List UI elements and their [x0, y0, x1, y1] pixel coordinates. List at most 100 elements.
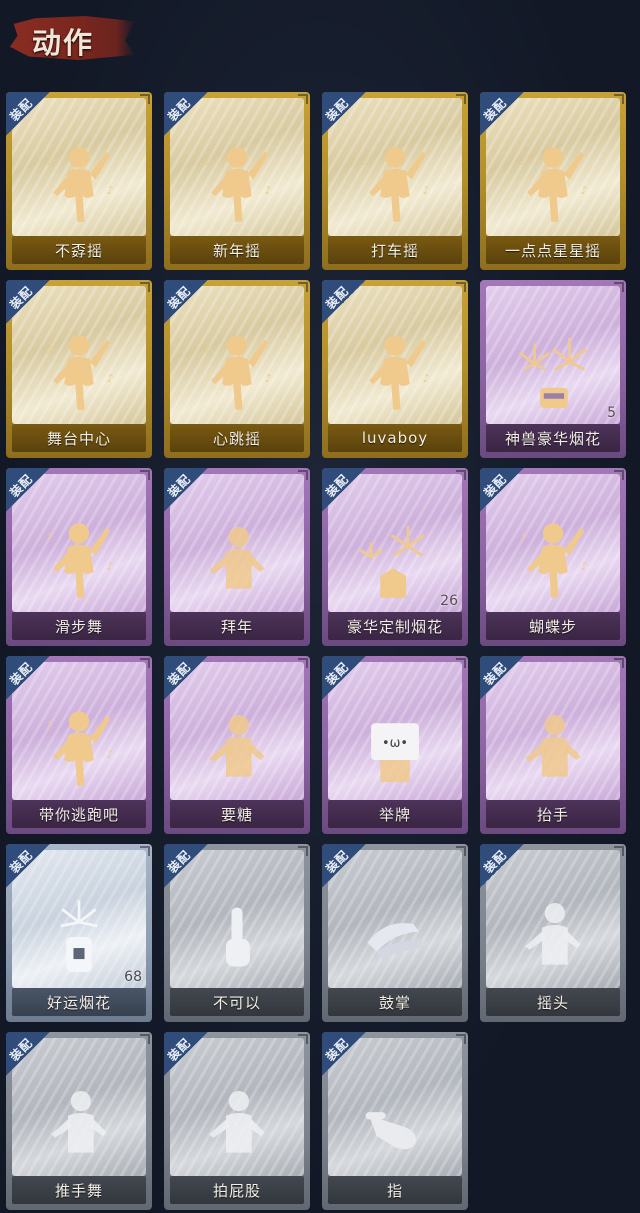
- equip-badge: 装配: [322, 844, 366, 888]
- card-label-bar: 舞台中心: [12, 424, 146, 452]
- equip-badge-label: 装配: [323, 95, 352, 125]
- card-label-bar: 一点点星星摇: [486, 236, 620, 264]
- card-corner-ornament: [298, 94, 308, 104]
- emote-card[interactable]: 装配 68 好运烟花: [6, 844, 152, 1022]
- equip-badge-label: 装配: [7, 847, 36, 877]
- svg-text:♪: ♪: [265, 372, 272, 385]
- dancer-icon: ♪ ♪: [507, 515, 599, 607]
- emote-card[interactable]: 装配不可以: [164, 844, 310, 1022]
- equip-badge-label: 装配: [481, 95, 510, 125]
- emote-name: 不可以: [212, 993, 261, 1012]
- emote-card[interactable]: 5 神兽豪华烟花: [480, 280, 626, 458]
- equip-badge: 装配: [6, 656, 50, 700]
- emote-card[interactable]: ♪ ♪ 装配 luvaboy: [322, 280, 468, 458]
- card-corner-ornament: [140, 282, 150, 292]
- equip-badge-label: 装配: [165, 847, 194, 877]
- card-label-bar: 心跳摇: [170, 424, 304, 452]
- emote-card[interactable]: 装配 抬手: [480, 656, 626, 834]
- emote-name: 新年摇: [212, 241, 261, 260]
- emote-card[interactable]: ♪ ♪ 装配 心跳摇: [164, 280, 310, 458]
- card-label-bar: 要糖: [170, 800, 304, 828]
- figure-icon: [191, 515, 283, 607]
- card-label-bar: 推手舞: [12, 1176, 146, 1204]
- equip-badge-label: 装配: [323, 283, 352, 313]
- equip-badge-label: 装配: [323, 659, 352, 689]
- emote-card[interactable]: 装配要糖: [164, 656, 310, 834]
- emote-card[interactable]: ♪ ♪ 装配舞台中心: [6, 280, 152, 458]
- svg-text:♪: ♪: [107, 748, 114, 761]
- equip-badge-label: 装配: [323, 1035, 352, 1065]
- card-corner-ornament: [140, 658, 150, 668]
- equip-badge: 装配: [322, 1032, 366, 1076]
- equip-badge-label: 装配: [7, 659, 36, 689]
- item-count: 26: [440, 593, 458, 609]
- item-count: 5: [607, 405, 616, 421]
- svg-text:♪: ♪: [362, 154, 369, 167]
- emote-name: 好运烟花: [46, 993, 111, 1012]
- emote-card[interactable]: 装配 26 豪华定制烟花: [322, 468, 468, 646]
- card-label-bar: 滑步舞: [12, 612, 146, 640]
- card-corner-ornament: [456, 94, 466, 104]
- emote-card[interactable]: ♪ ♪ 装配滑步舞: [6, 468, 152, 646]
- equip-badge: 装配: [480, 656, 524, 700]
- figure-icon: [507, 891, 599, 983]
- emote-card[interactable]: ♪ ♪ 装配带你逃跑吧: [6, 656, 152, 834]
- equip-badge: 装配: [6, 468, 50, 512]
- emote-name: 推手舞: [54, 1181, 103, 1200]
- emote-card[interactable]: 装配指: [322, 1032, 468, 1210]
- svg-text:♪: ♪: [581, 560, 588, 573]
- emote-name: 舞台中心: [46, 429, 111, 448]
- equip-badge-label: 装配: [481, 471, 510, 501]
- equip-badge-label: 装配: [7, 283, 36, 313]
- card-label-bar: 神兽豪华烟花: [486, 424, 620, 452]
- dancer-icon: ♪ ♪: [33, 515, 125, 607]
- equip-badge: 装配: [322, 92, 366, 136]
- svg-text:♪: ♪: [107, 372, 114, 385]
- card-label-bar: 拜年: [170, 612, 304, 640]
- card-corner-ornament: [456, 846, 466, 856]
- figure-icon: [33, 1079, 125, 1171]
- equip-badge: 装配: [480, 844, 524, 888]
- emote-card[interactable]: 装配 拍屁股: [164, 1032, 310, 1210]
- dancer-icon: ♪ ♪: [33, 139, 125, 231]
- card-label-bar: 摇头: [486, 988, 620, 1016]
- card-label-bar: 豪华定制烟花: [328, 612, 462, 640]
- emote-card[interactable]: 装配摇头: [480, 844, 626, 1022]
- emote-name: 不孬摇: [54, 241, 103, 260]
- figure-icon: [191, 703, 283, 795]
- card-corner-ornament: [140, 1034, 150, 1044]
- equip-badge: 装配: [322, 656, 366, 700]
- svg-text:♪: ♪: [46, 718, 53, 731]
- equip-badge-label: 装配: [7, 471, 36, 501]
- emote-card[interactable]: ♪ ♪ 装配 不孬摇: [6, 92, 152, 270]
- svg-text:♪: ♪: [265, 184, 272, 197]
- dancer-icon: ♪ ♪: [191, 139, 283, 231]
- dancer-icon: ♪ ♪: [507, 139, 599, 231]
- emote-card[interactable]: ♪ ♪ 装配 新年摇: [164, 92, 310, 270]
- dancer-icon: ♪ ♪: [33, 327, 125, 419]
- emote-card[interactable]: ♪ ♪ 装配一点点星星摇: [480, 92, 626, 270]
- svg-text:♪: ♪: [204, 342, 211, 355]
- equip-badge: 装配: [164, 844, 208, 888]
- card-label-bar: 带你逃跑吧: [12, 800, 146, 828]
- dancer-icon: ♪ ♪: [349, 327, 441, 419]
- firework-can-icon: [33, 891, 125, 983]
- card-corner-ornament: [140, 94, 150, 104]
- card-corner-ornament: [614, 470, 624, 480]
- emote-card[interactable]: ♪ ♪ 装配 打车摇: [322, 92, 468, 270]
- equip-badge: 装配: [480, 92, 524, 136]
- clap-icon: [349, 891, 441, 983]
- equip-badge-label: 装配: [7, 1035, 36, 1065]
- card-label-bar: 举牌: [328, 800, 462, 828]
- card-corner-ornament: [614, 94, 624, 104]
- emote-name: 要糖: [220, 805, 253, 824]
- emote-card[interactable]: ♪ ♪ 装配 蝴蝶步: [480, 468, 626, 646]
- emote-card[interactable]: •ω• 装配 举牌: [322, 656, 468, 834]
- equip-badge-label: 装配: [165, 1035, 194, 1065]
- emote-name: 鼓掌: [378, 993, 411, 1012]
- emote-card[interactable]: 装配鼓掌: [322, 844, 468, 1022]
- emote-card[interactable]: 装配推手舞: [6, 1032, 152, 1210]
- emote-card[interactable]: 装配 拜年: [164, 468, 310, 646]
- card-label-bar: luvaboy: [328, 424, 462, 452]
- equip-badge: 装配: [164, 656, 208, 700]
